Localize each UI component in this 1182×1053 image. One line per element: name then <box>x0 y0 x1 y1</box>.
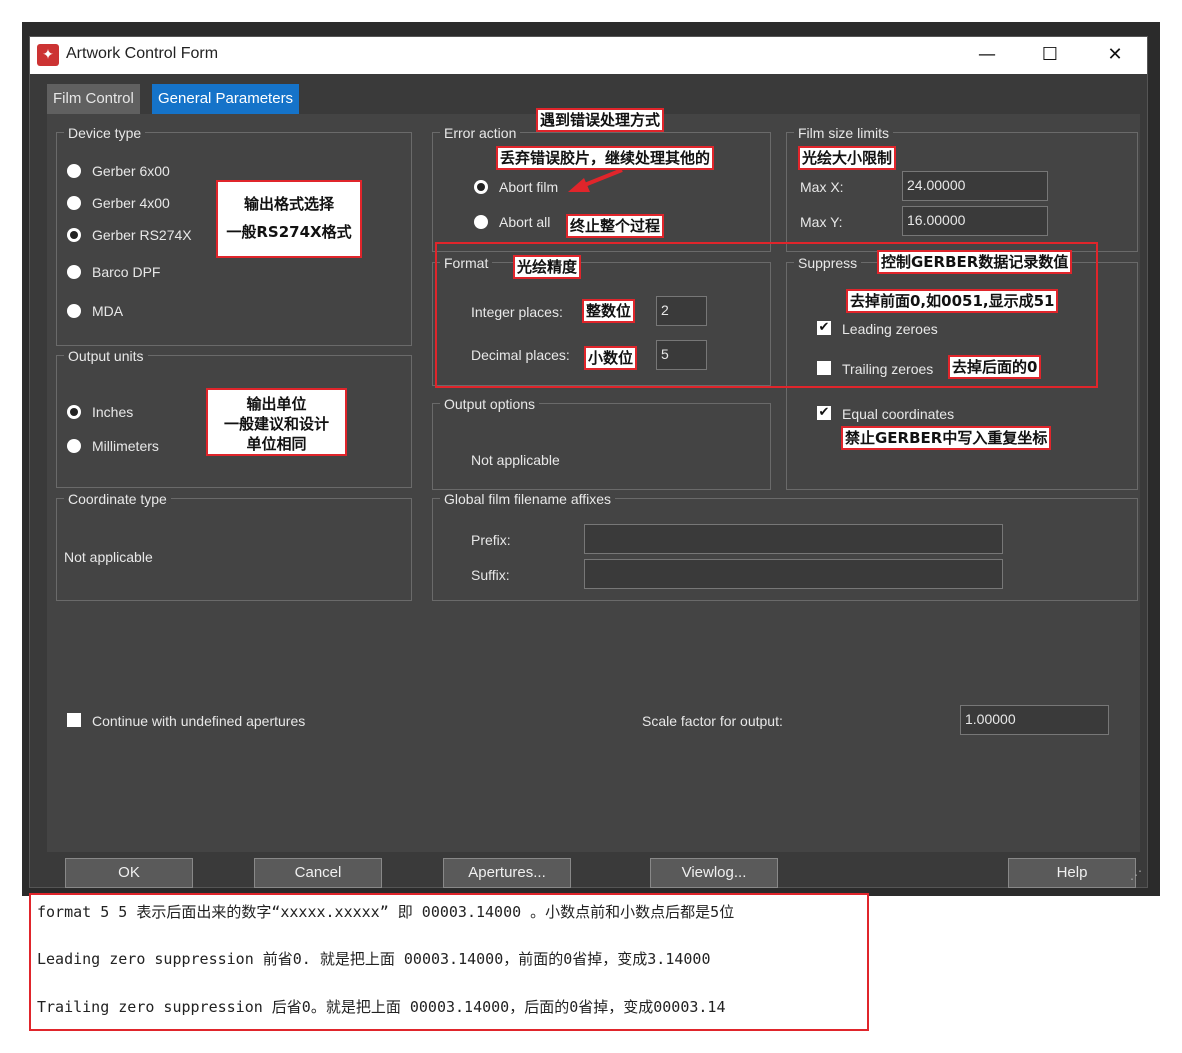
note-leading: Leading zero suppression 前省0. 就是把上面 0000… <box>37 950 711 968</box>
resize-grip-icon[interactable]: ⋰ <box>1130 868 1142 882</box>
output-options-label: Output options <box>440 396 540 412</box>
tab-film-control[interactable]: Film Control <box>47 84 140 114</box>
tab-general-parameters[interactable]: General Parameters <box>152 84 300 114</box>
annotation-integer: 整数位 <box>582 299 636 323</box>
gerber-6x00-label: Gerber 6x00 <box>92 163 170 179</box>
inches-label: Inches <box>92 404 134 420</box>
gerber-rs274x-label: Gerber RS274X <box>92 227 192 243</box>
output-options-group <box>432 403 771 490</box>
annotation-arrow <box>568 168 623 192</box>
max-y-label: Max Y: <box>800 214 843 230</box>
cancel-button[interactable]: Cancel <box>254 858 382 888</box>
prefix-label: Prefix: <box>471 532 511 548</box>
coordinate-type-text: Not applicable <box>64 549 153 565</box>
note-format: format 5 5 表示后面出来的数字“xxxxx.xxxxx” 即 0000… <box>37 903 735 921</box>
scale-factor-label: Scale factor for output: <box>642 713 783 729</box>
barco-dpf-label: Barco DPF <box>92 264 161 280</box>
app-icon: ✦ <box>37 44 59 66</box>
window-title: Artwork Control Form <box>66 45 219 62</box>
radio-barco-dpf[interactable] <box>67 265 81 279</box>
annotation-suppress: 控制GERBER数据记录数值 <box>877 250 1073 274</box>
annotation-leading: 去掉前面0,如0051,显示成51 <box>846 289 1059 313</box>
gerber-4x00-label: Gerber 4x00 <box>92 195 170 211</box>
annotation-units-1: 输出单位 <box>246 395 307 413</box>
affixes-label: Global film filename affixes <box>440 491 616 507</box>
annotation-decimal: 小数位 <box>584 346 638 370</box>
error-action-label: Error action <box>440 125 521 141</box>
radio-abort-all[interactable] <box>474 215 488 229</box>
viewlog-button[interactable]: Viewlog... <box>650 858 778 888</box>
ok-button[interactable]: OK <box>65 858 193 888</box>
radio-mda[interactable] <box>67 304 81 318</box>
annotation-abort-all: 终止整个过程 <box>566 214 665 238</box>
annotation-units-3: 单位相同 <box>246 435 307 453</box>
title-bar: ✦ Artwork Control Form — ☐ ✕ <box>30 37 1147 74</box>
scale-factor-input[interactable]: 1.00000 <box>960 705 1109 735</box>
abort-all-label: Abort all <box>499 214 551 230</box>
annotation-film-size: 光绘大小限制 <box>798 146 897 170</box>
annotation-format-precision: 光绘精度 <box>513 255 582 279</box>
max-y-input[interactable]: 16.00000 <box>902 206 1048 236</box>
annotation-units-2: 一般建议和设计 <box>223 415 329 433</box>
equal-coordinates-label: Equal coordinates <box>842 406 955 422</box>
coordinate-type-label: Coordinate type <box>64 491 171 507</box>
help-button[interactable]: Help <box>1008 858 1136 888</box>
annotation-trailing: 去掉后面的0 <box>948 355 1042 379</box>
suffix-label: Suffix: <box>471 567 510 583</box>
suffix-input[interactable] <box>584 559 1003 589</box>
close-button[interactable]: ✕ <box>1092 37 1138 74</box>
abort-film-label: Abort film <box>499 179 559 195</box>
annotation-device-format-1: 输出格式选择 <box>243 195 334 213</box>
annotation-device-format: 输出格式选择 一般RS274X格式 <box>216 180 362 258</box>
apertures-button[interactable]: Apertures... <box>443 858 571 888</box>
minimize-button[interactable]: — <box>964 37 1010 74</box>
mda-label: MDA <box>92 303 124 319</box>
radio-gerber-6x00[interactable] <box>67 164 81 178</box>
radio-abort-film[interactable] <box>474 180 488 194</box>
film-size-label: Film size limits <box>794 125 893 141</box>
annotation-device-format-2: 一般RS274X格式 <box>226 223 352 241</box>
device-type-label: Device type <box>64 125 146 141</box>
maximize-button[interactable]: ☐ <box>1027 37 1073 74</box>
equal-coordinates-checkbox[interactable]: ✔ <box>817 406 831 420</box>
prefix-input[interactable] <box>584 524 1003 554</box>
explanation-notes: format 5 5 表示后面出来的数字“xxxxx.xxxxx” 即 0000… <box>29 893 869 1031</box>
output-units-label: Output units <box>64 348 148 364</box>
millimeters-label: Millimeters <box>92 438 159 454</box>
max-x-label: Max X: <box>800 179 844 195</box>
continue-undefined-label: Continue with undefined apertures <box>92 713 306 729</box>
annotation-error-method: 遇到错误处理方式 <box>536 108 665 132</box>
radio-millimeters[interactable] <box>67 439 81 453</box>
radio-inches[interactable] <box>67 405 81 419</box>
radio-gerber-4x00[interactable] <box>67 196 81 210</box>
continue-undefined-checkbox[interactable] <box>67 713 81 727</box>
annotation-equal: 禁止GERBER中写入重复坐标 <box>841 426 1052 450</box>
radio-gerber-rs274x[interactable] <box>67 228 81 242</box>
max-x-input[interactable]: 24.00000 <box>902 171 1048 201</box>
output-options-text: Not applicable <box>471 452 560 468</box>
annotation-units: 输出单位 一般建议和设计 单位相同 <box>206 388 347 456</box>
note-trailing: Trailing zero suppression 后省0。就是把上面 0000… <box>37 998 726 1016</box>
